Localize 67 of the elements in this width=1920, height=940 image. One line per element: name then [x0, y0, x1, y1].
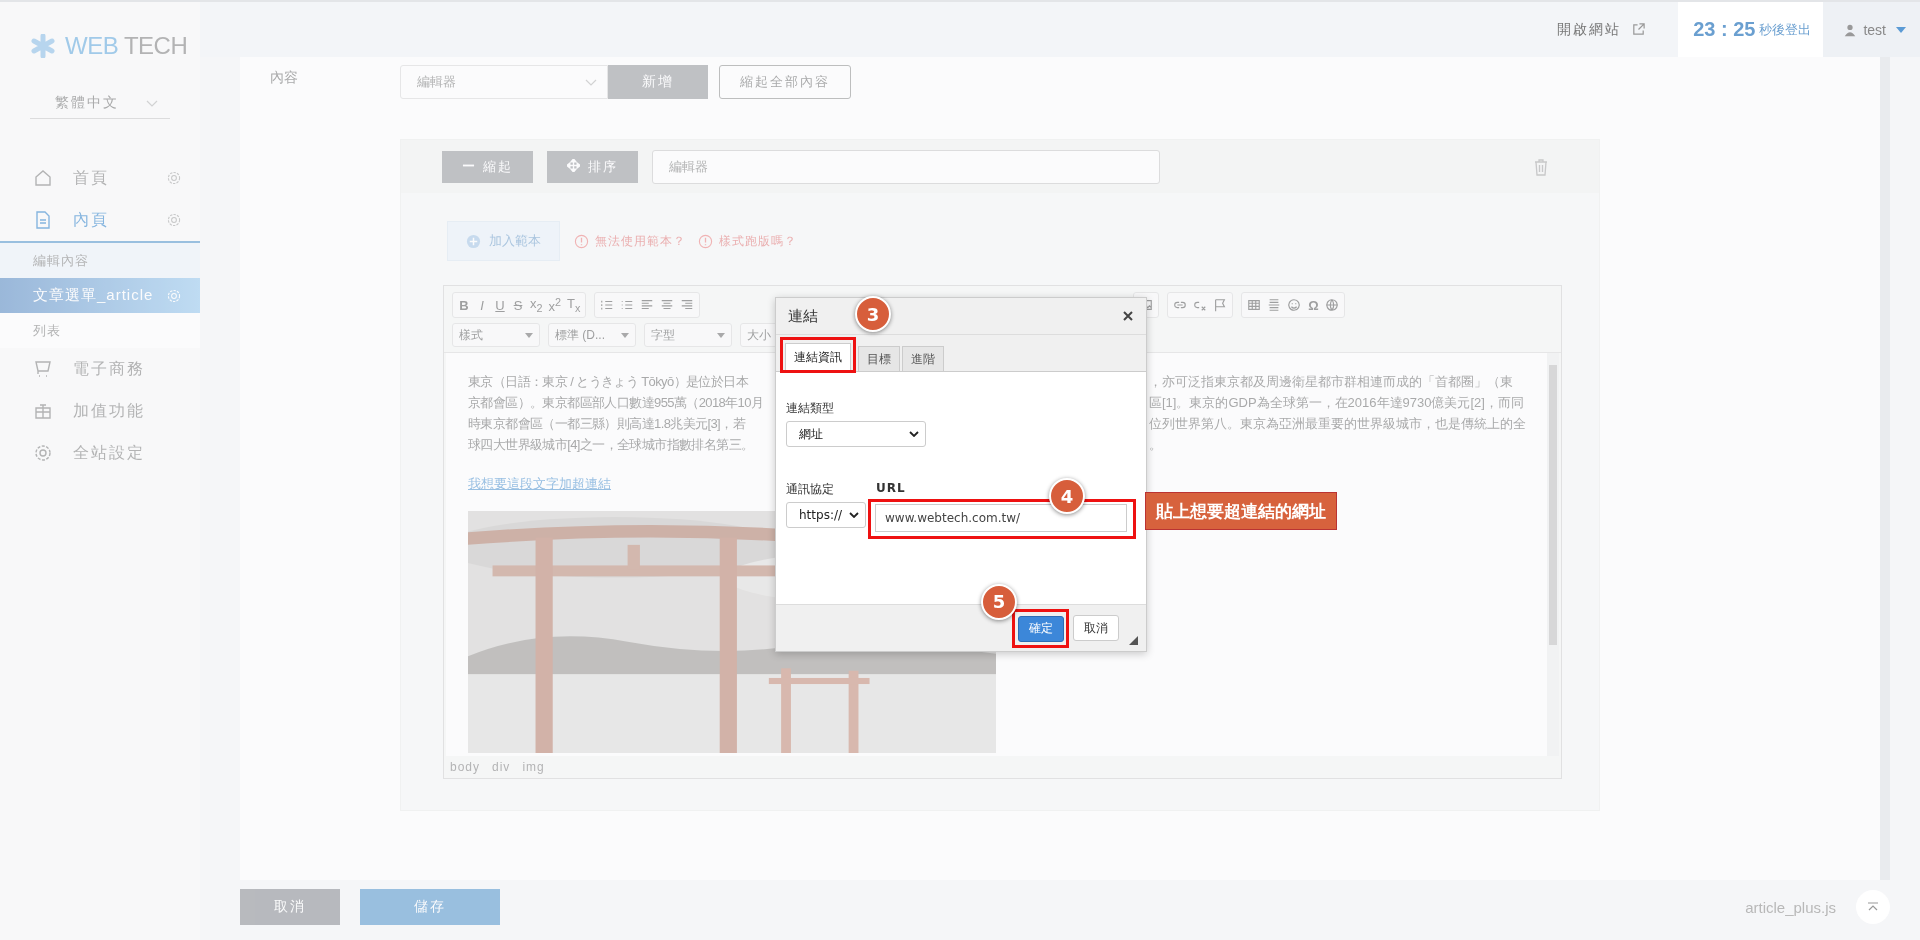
nav-label: 首頁: [73, 167, 110, 188]
paragraph-text: ，亦可泛指東京都及周邊衛星都市群相連而成的「首都圈」（東: [1149, 373, 1513, 391]
nav-item[interactable]: 全站設定: [0, 432, 200, 474]
format-button[interactable]: B: [458, 297, 470, 313]
element-path-item[interactable]: div: [492, 760, 511, 774]
element-path-item[interactable]: img: [522, 760, 545, 774]
submenu-item[interactable]: 編輯內容: [0, 243, 200, 278]
field-label: URL: [875, 481, 907, 495]
nav-label: 全站設定: [73, 442, 146, 463]
nav-label: 內頁: [73, 209, 110, 230]
nav-item[interactable]: 電子商務: [0, 348, 200, 390]
save-button[interactable]: 儲存: [360, 889, 500, 925]
add-button[interactable]: 新增: [608, 65, 708, 99]
format-button[interactable]: x$_{2}$: [530, 296, 543, 314]
step-badge: 4: [1049, 478, 1085, 514]
paragraph-text: 位列世界第八。東京為亞洲最重要的世界級城市，也是傳統上的全: [1149, 415, 1526, 433]
submenu-label: 編輯內容: [33, 251, 90, 270]
language-select[interactable]: 繁體中文: [30, 88, 170, 119]
step-badge: 3: [855, 296, 891, 332]
nav-item[interactable]: 加值功能: [0, 390, 200, 432]
dialog-tab[interactable]: 連結資訊: [785, 343, 851, 370]
submenu-label: 文章選單_article: [33, 286, 155, 305]
help-link[interactable]: 樣式跑版嗎？: [719, 232, 797, 250]
dialog-title: 連結: [788, 306, 818, 326]
logo-text: WEB TECH: [65, 32, 188, 60]
format-button[interactable]: T$_{x}$: [567, 296, 581, 314]
file-name: article_plus.js: [1745, 898, 1836, 916]
submenu-item[interactable]: 文章選單_article: [0, 278, 200, 313]
toolbar-dropdown[interactable]: 字型: [644, 323, 732, 347]
block-name-field[interactable]: 編輯器: [652, 149, 1160, 184]
ok-button[interactable]: 確定: [1018, 615, 1064, 642]
nav-label: 加值功能: [73, 400, 146, 421]
add-template-button[interactable]: 加入範本: [447, 221, 560, 261]
user-menu[interactable]: test: [1823, 2, 1920, 57]
format-button[interactable]: x$^{2}$: [548, 295, 562, 315]
toolbar-dropdown[interactable]: 標準 (D...: [548, 323, 636, 347]
paragraph-text: 京都會區）。東京都區部人口數達955萬（2018年10月: [468, 394, 764, 412]
element-path-item[interactable]: body: [450, 760, 481, 774]
session-timer: 23 : 25 秒後登出: [1678, 2, 1824, 57]
dialog-tab[interactable]: 進階: [902, 346, 944, 371]
dialog-tab[interactable]: 目標: [858, 346, 900, 371]
text-link[interactable]: 我想要這段文字加超連結: [468, 476, 611, 491]
collapse-all-button[interactable]: 縮起全部內容: [719, 65, 851, 99]
type-select[interactable]: 編輯器: [400, 65, 608, 99]
special-character-button[interactable]: Ω: [1307, 297, 1320, 313]
callout-label: 貼上想要超連結的網址: [1145, 492, 1337, 530]
field-label: 內容: [270, 68, 299, 87]
submenu-label: 列表: [33, 321, 62, 340]
field-label: 通訊協定: [786, 481, 835, 498]
field-label: 連結類型: [786, 400, 835, 417]
format-button[interactable]: U: [494, 297, 506, 313]
toolbar-dropdown[interactable]: 樣式: [452, 323, 540, 347]
link-type-select[interactable]: 網址: [786, 421, 926, 447]
submenu-item[interactable]: 列表: [0, 313, 200, 348]
nav-item[interactable]: 首頁: [0, 157, 200, 199]
protocol-select[interactable]: https://: [786, 502, 866, 528]
format-button[interactable]: S: [512, 297, 524, 313]
cancel-button[interactable]: 取消: [240, 889, 340, 925]
cancel-button[interactable]: 取消: [1073, 615, 1119, 641]
paragraph-text: 東京（日語：東京 / とうきょう Tōkyō）是位於日本: [468, 373, 749, 391]
help-link[interactable]: 無法使用範本？: [595, 232, 686, 250]
url-field[interactable]: www.webtech.com.tw/: [875, 504, 1127, 532]
format-button[interactable]: I: [476, 297, 488, 313]
paragraph-text: 。: [1149, 436, 1162, 454]
open-site-link[interactable]: 開啟網站: [1557, 20, 1622, 39]
nav-label: 電子商務: [73, 358, 146, 379]
nav-item[interactable]: 內頁: [0, 199, 200, 241]
